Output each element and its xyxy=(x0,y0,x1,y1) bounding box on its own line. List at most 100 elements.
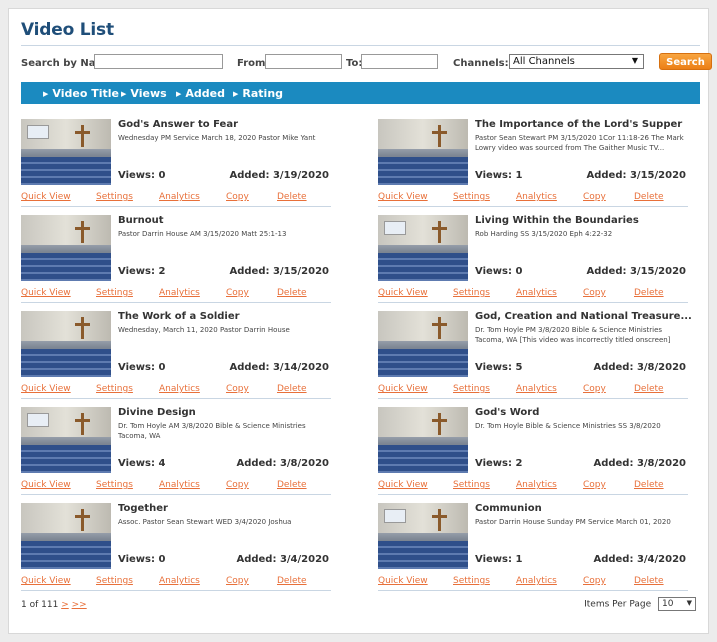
video-thumbnail[interactable] xyxy=(21,119,111,185)
analytics-link[interactable]: Analytics xyxy=(159,384,200,394)
quick-view-link[interactable]: Quick View xyxy=(378,192,428,202)
copy-link[interactable]: Copy xyxy=(226,576,249,586)
analytics-link[interactable]: Analytics xyxy=(516,192,557,202)
quick-view-link[interactable]: Quick View xyxy=(378,480,428,490)
settings-link[interactable]: Settings xyxy=(453,480,490,490)
from-date-input[interactable] xyxy=(265,54,342,69)
delete-link[interactable]: Delete xyxy=(634,384,664,394)
sort-views[interactable]: ▶ Views xyxy=(121,87,167,100)
delete-link[interactable]: Delete xyxy=(634,576,664,586)
quick-view-link[interactable]: Quick View xyxy=(21,384,71,394)
analytics-link[interactable]: Analytics xyxy=(516,480,557,490)
video-title[interactable]: Living Within the Boundaries xyxy=(475,215,639,226)
copy-link[interactable]: Copy xyxy=(583,384,606,394)
triangle-right-icon: ▶ xyxy=(121,90,127,98)
video-thumbnail[interactable] xyxy=(378,503,468,569)
video-title[interactable]: Together xyxy=(118,503,168,514)
video-thumbnail[interactable] xyxy=(378,119,468,185)
analytics-link[interactable]: Analytics xyxy=(159,480,200,490)
quick-view-link[interactable]: Quick View xyxy=(378,384,428,394)
analytics-link[interactable]: Analytics xyxy=(516,288,557,298)
video-views: Views: 5 xyxy=(475,362,523,373)
delete-link[interactable]: Delete xyxy=(634,192,664,202)
copy-link[interactable]: Copy xyxy=(226,480,249,490)
video-actions: Quick View Settings Analytics Copy Delete xyxy=(378,384,688,396)
copy-link[interactable]: Copy xyxy=(226,192,249,202)
video-title[interactable]: The Importance of the Lord's Supper xyxy=(475,119,682,130)
video-title[interactable]: Communion xyxy=(475,503,542,514)
delete-link[interactable]: Delete xyxy=(634,480,664,490)
analytics-link[interactable]: Analytics xyxy=(159,192,200,202)
video-views: Views: 0 xyxy=(118,362,166,373)
search-name-input[interactable] xyxy=(94,54,223,69)
video-title[interactable]: God's Word xyxy=(475,407,539,418)
quick-view-link[interactable]: Quick View xyxy=(378,576,428,586)
delete-link[interactable]: Delete xyxy=(277,576,307,586)
card-divider xyxy=(378,206,688,207)
settings-link[interactable]: Settings xyxy=(453,576,490,586)
video-added-date: Added: 3/8/2020 xyxy=(593,362,686,373)
video-actions: Quick View Settings Analytics Copy Delete xyxy=(21,288,331,300)
sort-label: Rating xyxy=(242,87,284,100)
video-title[interactable]: Burnout xyxy=(118,215,164,226)
last-page-link[interactable]: >> xyxy=(72,600,87,610)
copy-link[interactable]: Copy xyxy=(583,288,606,298)
delete-link[interactable]: Delete xyxy=(277,480,307,490)
video-thumbnail[interactable] xyxy=(378,311,468,377)
search-button[interactable]: Search xyxy=(659,53,712,70)
settings-link[interactable]: Settings xyxy=(96,288,133,298)
settings-link[interactable]: Settings xyxy=(453,384,490,394)
channels-select[interactable]: All Channels ▼ xyxy=(509,54,644,69)
quick-view-link[interactable]: Quick View xyxy=(378,288,428,298)
video-title[interactable]: Divine Design xyxy=(118,407,196,418)
sort-added[interactable]: ▶ Added xyxy=(176,87,225,100)
quick-view-link[interactable]: Quick View xyxy=(21,576,71,586)
sort-video-title[interactable]: ▶ Video Title xyxy=(43,87,119,100)
copy-link[interactable]: Copy xyxy=(583,576,606,586)
analytics-link[interactable]: Analytics xyxy=(159,288,200,298)
video-title[interactable]: God, Creation and National Treasure... xyxy=(475,311,692,322)
video-thumbnail[interactable] xyxy=(21,503,111,569)
items-per-page-select[interactable]: 10 ▼ xyxy=(658,597,696,611)
quick-view-link[interactable]: Quick View xyxy=(21,288,71,298)
video-actions: Quick View Settings Analytics Copy Delete xyxy=(378,192,688,204)
settings-link[interactable]: Settings xyxy=(96,576,133,586)
settings-link[interactable]: Settings xyxy=(453,288,490,298)
delete-link[interactable]: Delete xyxy=(634,288,664,298)
delete-link[interactable]: Delete xyxy=(277,192,307,202)
copy-link[interactable]: Copy xyxy=(226,384,249,394)
video-title[interactable]: The Work of a Soldier xyxy=(118,311,240,322)
quick-view-link[interactable]: Quick View xyxy=(21,480,71,490)
video-thumbnail[interactable] xyxy=(21,215,111,281)
sort-rating[interactable]: ▶ Rating xyxy=(233,87,283,100)
card-divider xyxy=(21,398,331,399)
card-divider xyxy=(378,398,688,399)
video-thumbnail[interactable] xyxy=(21,311,111,377)
card-divider xyxy=(21,206,331,207)
settings-link[interactable]: Settings xyxy=(96,384,133,394)
to-date-input[interactable] xyxy=(361,54,438,69)
analytics-link[interactable]: Analytics xyxy=(516,384,557,394)
video-views: Views: 0 xyxy=(475,266,523,277)
video-actions: Quick View Settings Analytics Copy Delete xyxy=(21,480,331,492)
analytics-link[interactable]: Analytics xyxy=(516,576,557,586)
delete-link[interactable]: Delete xyxy=(277,288,307,298)
copy-link[interactable]: Copy xyxy=(583,480,606,490)
next-page-link[interactable]: > xyxy=(61,600,69,610)
video-thumbnail[interactable] xyxy=(21,407,111,473)
video-thumbnail[interactable] xyxy=(378,215,468,281)
video-description: Pastor Darrin House Sunday PM Service Ma… xyxy=(475,518,671,526)
page-count: 1 of 111 xyxy=(21,600,59,610)
delete-link[interactable]: Delete xyxy=(277,384,307,394)
settings-link[interactable]: Settings xyxy=(96,480,133,490)
video-thumbnail[interactable] xyxy=(378,407,468,473)
video-title[interactable]: God's Answer to Fear xyxy=(118,119,238,130)
copy-link[interactable]: Copy xyxy=(583,192,606,202)
settings-link[interactable]: Settings xyxy=(96,192,133,202)
quick-view-link[interactable]: Quick View xyxy=(21,192,71,202)
video-views: Views: 1 xyxy=(475,554,523,565)
copy-link[interactable]: Copy xyxy=(226,288,249,298)
settings-link[interactable]: Settings xyxy=(453,192,490,202)
chevron-down-icon: ▼ xyxy=(631,56,638,65)
analytics-link[interactable]: Analytics xyxy=(159,576,200,586)
